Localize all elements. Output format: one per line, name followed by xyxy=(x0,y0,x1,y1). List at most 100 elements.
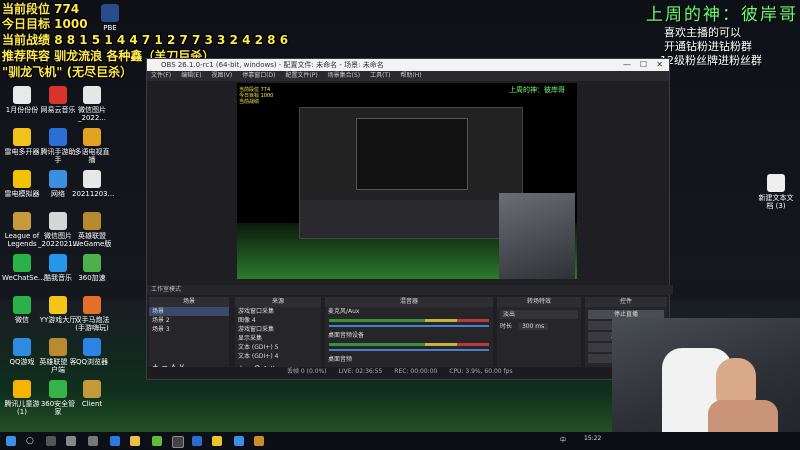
menu-scene-collection[interactable]: 场景集合(S) xyxy=(328,72,361,79)
rank-text: 当前段位 774 xyxy=(2,2,80,16)
desktop-icon[interactable]: 雷电多开器 xyxy=(2,128,42,156)
transition-select[interactable]: 淡出 xyxy=(500,310,578,319)
desktop-icon-pbe[interactable]: PBE xyxy=(90,4,130,32)
obs-menu-bar: 文件(F) 编辑(E) 视图(V) 停靠窗口(D) 配置文件(P) 场景集合(S… xyxy=(147,71,669,81)
source-item[interactable]: 文本 (GDI+) 4 xyxy=(235,352,321,361)
source-item[interactable]: 显示采集 xyxy=(235,334,321,343)
search-icon[interactable]: ○ xyxy=(26,436,36,446)
desktop-icon[interactable]: QQ浏览器 xyxy=(72,338,112,366)
mixer-header: 混音器 xyxy=(325,297,493,307)
task-view-icon[interactable] xyxy=(46,436,56,446)
mixer-channel-name: 麦克风/Aux xyxy=(328,308,360,315)
maximize-icon[interactable]: ☐ xyxy=(640,59,647,71)
app-icon[interactable] xyxy=(212,436,222,446)
app-icon xyxy=(83,128,101,146)
desktop-icon[interactable]: 腾讯儿童游 (1) xyxy=(2,380,42,416)
app-icon xyxy=(49,338,67,356)
menu-edit[interactable]: 编辑(E) xyxy=(181,72,201,79)
desktop-icon[interactable]: 多语电视直播 xyxy=(72,128,112,164)
scene-item[interactable]: 场景 3 xyxy=(149,325,229,334)
menu-docks[interactable]: 停靠窗口(D) xyxy=(242,72,275,79)
menu-profile[interactable]: 配置文件(P) xyxy=(285,72,317,79)
desktop-icon-new-text[interactable]: 新建文本文档 (3) xyxy=(756,174,796,210)
desktop-icon-label: QQ浏览器 xyxy=(75,358,109,366)
app-icon xyxy=(49,296,67,314)
desktop-icon[interactable]: Client xyxy=(72,380,112,408)
app-icon[interactable] xyxy=(66,436,76,446)
app-icon[interactable] xyxy=(152,436,162,446)
obs-status-bar: 丢帧 0 (0.0%) LIVE: 02:36:55 REC: 00:00:00… xyxy=(147,367,669,377)
app-icon[interactable] xyxy=(254,436,264,446)
desktop-icon[interactable]: 微信图片_2022... xyxy=(72,86,112,122)
obs-taskbar-icon[interactable] xyxy=(172,436,184,448)
browser-icon[interactable] xyxy=(110,436,120,446)
flyer-text: "驯龙飞机" (无尽巨杀） xyxy=(2,65,133,79)
desktop-icon[interactable]: QQ游戏 xyxy=(2,338,42,366)
studio-mode-strip: 工作室模式 xyxy=(147,285,673,295)
obs-window[interactable]: OBS 26.1.0-rc1 (64-bit, windows) - 配置文件:… xyxy=(146,58,673,380)
app-icon xyxy=(49,128,67,146)
scenes-header: 场景 xyxy=(149,297,229,307)
app-icon xyxy=(13,338,31,356)
app-icon[interactable] xyxy=(88,436,98,446)
desktop-icon-label: 360加速 xyxy=(78,274,106,282)
taskbar: ○ 中 15:22 xyxy=(0,432,800,450)
menu-view[interactable]: 视图(V) xyxy=(211,72,232,79)
menu-file[interactable]: 文件(F) xyxy=(151,72,171,79)
folder-icon[interactable] xyxy=(130,436,140,446)
app-icon xyxy=(83,86,101,104)
tray-ime[interactable]: 中 xyxy=(560,435,566,444)
scenes-dock: 场景 场景 2 场景 3 + − ∧ ∨ xyxy=(149,307,229,373)
desktop-icon[interactable]: WeChatSe... xyxy=(2,254,45,282)
source-item[interactable]: 游戏窗口采集 xyxy=(235,325,321,334)
app-icon xyxy=(49,212,67,230)
app-icon[interactable] xyxy=(192,436,202,446)
sources-dock: 游戏窗口采集 图像 4 游戏窗口采集 显示采集 文本 (GDI+) 5 文本 (… xyxy=(235,307,321,373)
controls-header: 控件 xyxy=(585,297,667,307)
start-icon[interactable] xyxy=(6,436,16,446)
desktop-icon[interactable]: 微信 xyxy=(2,296,42,324)
menu-tools[interactable]: 工具(T) xyxy=(370,72,390,79)
mixer-dock: 麦克风/Aux 桌面音频设备 桌面音频 xyxy=(325,307,493,373)
menu-help[interactable]: 帮助(H) xyxy=(400,72,421,79)
desktop-icon-label: 酷我音乐 xyxy=(44,274,72,282)
source-item[interactable]: 文本 (GDI+) 5 xyxy=(235,343,321,352)
app-icon xyxy=(83,380,101,398)
desktop-icon-label: 20211203... xyxy=(72,190,115,198)
volume-slider[interactable] xyxy=(329,325,489,327)
desktop-icon[interactable]: 20211203... xyxy=(72,170,115,198)
app-icon xyxy=(13,128,31,146)
desktop-icon-label: 360安全管家 xyxy=(40,400,76,416)
duration-input[interactable]: 300 ms xyxy=(517,323,549,330)
minimize-icon[interactable]: — xyxy=(623,59,631,71)
clock[interactable]: 15:22 xyxy=(584,435,601,442)
desktop-icon-label: 雷电模拟器 xyxy=(4,190,40,198)
obs-title-bar[interactable]: OBS 26.1.0-rc1 (64-bit, windows) - 配置文件:… xyxy=(147,59,669,71)
source-item[interactable]: 游戏窗口采集 xyxy=(235,307,321,316)
obs-preview[interactable]: 当前段位 774 今日目标 1000 当前战绩 上周的神：彼岸哥 xyxy=(237,83,577,279)
app-icon xyxy=(13,212,31,230)
app-icon xyxy=(49,170,67,188)
desktop-icon[interactable]: League of Legends xyxy=(2,212,42,248)
preview-nested-obs xyxy=(299,107,523,239)
source-item[interactable]: 图像 4 xyxy=(235,316,321,325)
volume-slider[interactable] xyxy=(329,349,489,351)
desktop-icon[interactable]: 英雄联盟 WeGame版 xyxy=(72,212,112,248)
scene-item[interactable]: 场景 2 xyxy=(149,316,229,325)
desktop-icon-label: 腾讯儿童游 (1) xyxy=(4,400,40,416)
desktop-icon[interactable]: 360加速 xyxy=(72,254,112,282)
app-icon[interactable] xyxy=(234,436,244,446)
desktop-icon-label: 微信 xyxy=(15,316,29,324)
sources-header: 来源 xyxy=(235,297,321,307)
close-icon[interactable]: ✕ xyxy=(656,59,663,71)
desktop-icon[interactable]: 1月份份份 xyxy=(2,86,42,114)
desktop-icon[interactable]: 双手马炮法 (手游嗨玩) xyxy=(72,296,112,332)
scene-item[interactable]: 场景 xyxy=(149,307,229,316)
desktop-icon-label: YY游戏大厅 xyxy=(39,316,77,324)
desktop-icon[interactable]: 雷电模拟器 xyxy=(2,170,42,198)
transitions-header: 转场特效 xyxy=(497,297,581,307)
app-icon xyxy=(83,338,101,356)
text-file-icon xyxy=(767,174,785,192)
duration-row: 时长 300 ms xyxy=(497,322,581,331)
audio-meter xyxy=(329,343,489,346)
